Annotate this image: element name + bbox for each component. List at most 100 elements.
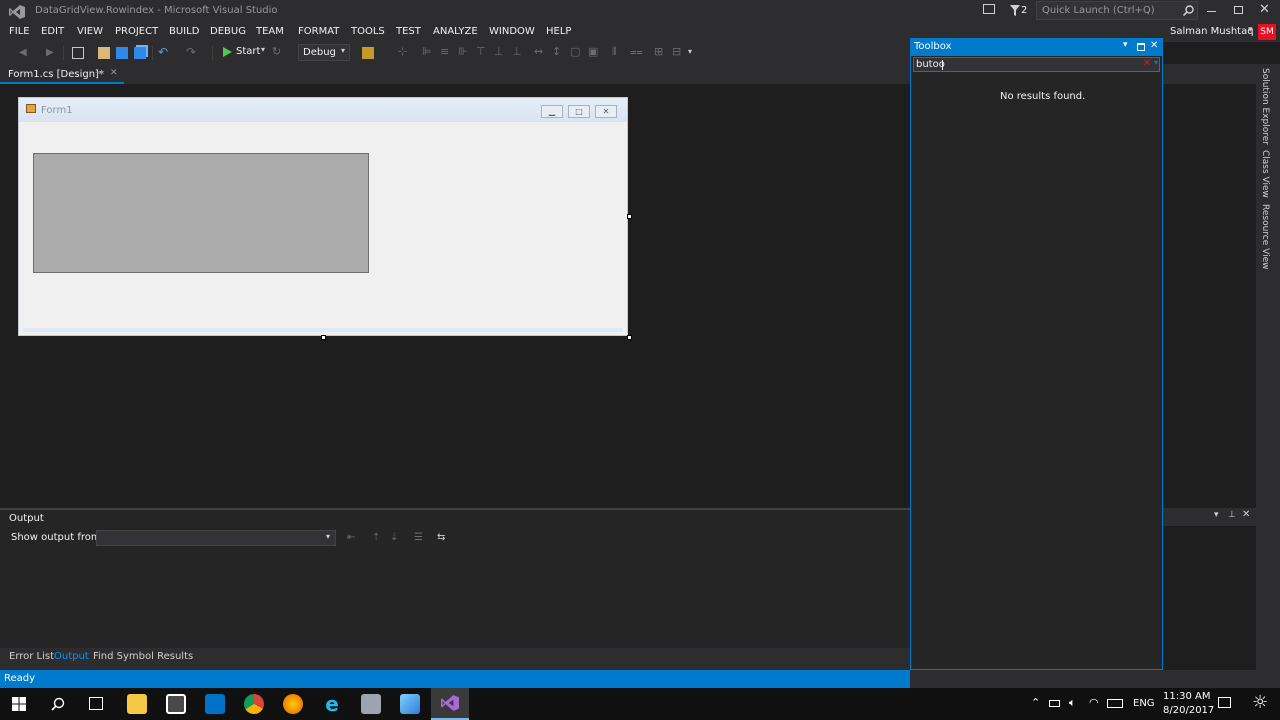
- menu-file[interactable]: FILE: [9, 26, 30, 37]
- menu-edit[interactable]: EDIT: [41, 26, 64, 37]
- previous-message-icon[interactable]: ⇡: [372, 532, 380, 543]
- align-middles-icon[interactable]: ⊥: [494, 45, 506, 58]
- start-dropdown-icon[interactable]: ▾: [261, 45, 265, 54]
- size-to-grid-icon[interactable]: ▢: [570, 45, 582, 58]
- align-rights-icon[interactable]: ⊪: [458, 45, 470, 58]
- word-wrap-icon[interactable]: ⇆: [437, 532, 445, 543]
- output-options-icon[interactable]: ▾: [1214, 510, 1219, 520]
- toolbox-search-input[interactable]: butoo ✕ ▾: [913, 57, 1160, 72]
- quick-launch-input[interactable]: Quick Launch (Ctrl+Q): [1036, 1, 1198, 20]
- output-close-icon[interactable]: ✕: [1242, 509, 1250, 520]
- make-same-width-icon[interactable]: ↔: [534, 45, 546, 58]
- navigate-back-icon[interactable]: ◀: [19, 47, 31, 59]
- database-tool-icon[interactable]: [361, 694, 381, 714]
- language-indicator[interactable]: ENG: [1133, 698, 1155, 709]
- align-centers-icon[interactable]: ≡: [440, 45, 452, 58]
- output-source-select[interactable]: ▾: [96, 530, 336, 546]
- open-file-icon[interactable]: [98, 47, 110, 59]
- tab-solution-explorer[interactable]: Solution Explorer: [1260, 68, 1270, 145]
- file-explorer-icon[interactable]: [127, 694, 147, 714]
- menu-project[interactable]: PROJECT: [115, 26, 158, 37]
- tray-overflow-icon[interactable]: ⌃: [1031, 696, 1040, 709]
- datagridview-control[interactable]: [33, 153, 369, 273]
- save-all-icon[interactable]: [134, 47, 146, 59]
- refresh-icon[interactable]: ↻: [272, 45, 284, 58]
- toolbox-maximize-icon[interactable]: [1137, 43, 1145, 51]
- notes-app-icon[interactable]: [400, 694, 420, 714]
- find-message-icon[interactable]: ⇤: [347, 532, 355, 543]
- start-button[interactable]: Start: [236, 46, 260, 57]
- redo-icon[interactable]: ↷: [186, 45, 198, 59]
- clock-time[interactable]: 11:30 AM: [1163, 691, 1210, 702]
- menu-tools[interactable]: TOOLS: [351, 26, 385, 37]
- close-window-icon[interactable]: ✕: [1259, 2, 1270, 17]
- taskbar-visual-studio-active[interactable]: [431, 688, 469, 720]
- outlook-icon[interactable]: [205, 694, 225, 714]
- user-name[interactable]: Salman Mushtaq: [1170, 26, 1254, 37]
- center-vertically-icon[interactable]: ⊟: [672, 45, 684, 58]
- search-icon[interactable]: [51, 697, 65, 711]
- close-tab-icon[interactable]: ✕: [110, 68, 118, 78]
- tab-class-view[interactable]: Class View: [1260, 150, 1270, 198]
- tab-form1-design[interactable]: Form1.cs [Design]* ⊸ ✕: [0, 66, 124, 84]
- next-message-icon[interactable]: ⇣: [390, 532, 398, 543]
- tab-resource-view[interactable]: Resource View: [1260, 204, 1270, 270]
- toolbox-close-icon[interactable]: ✕: [1150, 40, 1158, 51]
- tab-error-list[interactable]: Error List: [9, 651, 54, 662]
- start-play-icon[interactable]: [223, 47, 232, 57]
- tab-output[interactable]: Output: [54, 649, 89, 664]
- align-bottoms-icon[interactable]: ⊥: [512, 45, 524, 58]
- menu-analyze[interactable]: ANALYZE: [433, 26, 478, 37]
- vertical-spacing-icon[interactable]: ⩵: [630, 45, 643, 58]
- menu-team[interactable]: TEAM: [256, 26, 284, 37]
- navigate-forward-icon[interactable]: ▶: [46, 47, 58, 59]
- toolbox-options-icon[interactable]: ▾: [1123, 40, 1128, 50]
- internet-explorer-icon[interactable]: e: [322, 694, 342, 714]
- search-icon[interactable]: [1183, 5, 1194, 16]
- feedback-icon[interactable]: [983, 4, 995, 14]
- volume-icon[interactable]: 🔈︎: [1069, 696, 1076, 710]
- clear-search-icon[interactable]: ✕: [1143, 58, 1151, 69]
- search-options-icon[interactable]: ▾: [1154, 58, 1158, 67]
- make-same-height-icon[interactable]: ↕: [552, 45, 564, 58]
- output-pin-icon[interactable]: ⊥: [1228, 510, 1236, 520]
- keyboard-icon[interactable]: [1107, 699, 1123, 708]
- align-to-grid-icon[interactable]: ⊹: [398, 45, 410, 58]
- store-icon[interactable]: [166, 694, 186, 714]
- menu-debug[interactable]: DEBUG: [210, 26, 246, 37]
- menu-format[interactable]: FORMAT: [298, 26, 339, 37]
- resize-handle-bottom[interactable]: [321, 335, 326, 340]
- menu-build[interactable]: BUILD: [169, 26, 199, 37]
- menu-help[interactable]: HELP: [546, 26, 571, 37]
- new-project-icon[interactable]: [72, 47, 84, 59]
- undo-icon[interactable]: ↶: [158, 45, 170, 59]
- user-avatar[interactable]: SM: [1258, 24, 1276, 40]
- action-center-icon[interactable]: [1218, 697, 1231, 708]
- firefox-icon[interactable]: [283, 694, 303, 714]
- resize-handle-corner[interactable]: [627, 335, 632, 340]
- center-horizontally-icon[interactable]: ⊞: [654, 45, 666, 58]
- clear-all-icon[interactable]: ☰: [414, 532, 423, 543]
- user-dropdown-icon[interactable]: ▾: [1248, 25, 1253, 35]
- chrome-icon[interactable]: [244, 694, 264, 714]
- menu-view[interactable]: VIEW: [77, 26, 103, 37]
- clock-date[interactable]: 8/20/2017: [1163, 705, 1214, 716]
- solution-config-select[interactable]: Debug ▾: [298, 44, 350, 61]
- horizontal-spacing-icon[interactable]: ⫴: [612, 45, 624, 58]
- align-tops-icon[interactable]: ⊤: [476, 45, 488, 58]
- menu-window[interactable]: WINDOW: [489, 26, 535, 37]
- resize-handle-right[interactable]: [627, 214, 632, 219]
- tab-find-symbol-results[interactable]: Find Symbol Results: [93, 651, 193, 662]
- save-icon[interactable]: [116, 47, 128, 59]
- minimize-window-icon[interactable]: [1207, 11, 1216, 12]
- make-same-size-icon[interactable]: ▣: [588, 45, 600, 58]
- brightness-icon[interactable]: ☼: [1252, 692, 1268, 713]
- task-view-icon[interactable]: [89, 697, 103, 710]
- wifi-icon[interactable]: ◠: [1089, 696, 1099, 709]
- pin-icon[interactable]: ⊸: [95, 68, 103, 78]
- toolbar-overflow-icon[interactable]: ▾: [688, 47, 692, 56]
- restore-window-icon[interactable]: [1234, 6, 1243, 14]
- notification-flag-icon[interactable]: [1010, 5, 1020, 16]
- menu-test[interactable]: TEST: [396, 26, 421, 37]
- tab-order-icon[interactable]: [362, 47, 374, 59]
